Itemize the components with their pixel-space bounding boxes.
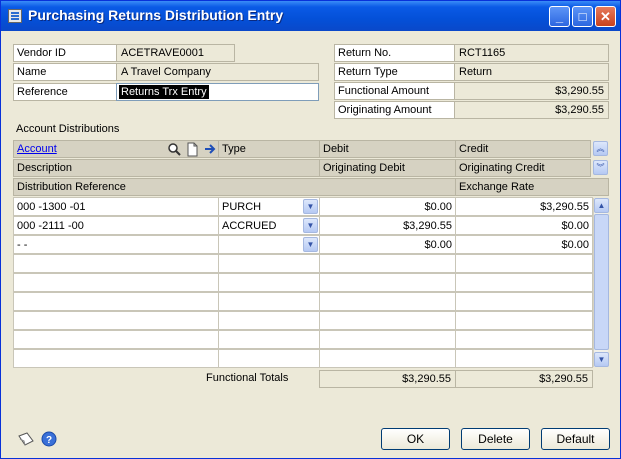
scroll-down-icon[interactable]: ▼ xyxy=(594,352,609,367)
total-credit-value: $3,290.55 xyxy=(455,370,593,388)
reference-input[interactable]: Returns Trx Entry xyxy=(116,83,319,101)
empty-row-account[interactable] xyxy=(13,254,219,273)
empty-row-type[interactable] xyxy=(218,311,320,330)
expand-arrow-icon[interactable] xyxy=(203,142,218,157)
empty-row-debit[interactable] xyxy=(319,311,456,330)
maximize-button[interactable]: □ xyxy=(572,6,593,27)
help-icon[interactable]: ? xyxy=(41,431,57,447)
scroll-up-icon[interactable]: ▲ xyxy=(594,198,609,213)
empty-row-debit[interactable] xyxy=(319,330,456,349)
originating-debit-column-header: Originating Debit xyxy=(319,159,456,177)
empty-row-account[interactable] xyxy=(13,311,219,330)
close-button[interactable]: ✕ xyxy=(595,6,616,27)
row2-type-dropdown-icon[interactable]: ▼ xyxy=(303,218,318,233)
window-app-icon xyxy=(8,9,22,23)
return-no-label: Return No. xyxy=(334,44,455,62)
empty-row-type[interactable] xyxy=(218,292,320,311)
collapse-rows-icon[interactable]: ︽ xyxy=(593,141,608,156)
total-debit-value: $3,290.55 xyxy=(319,370,456,388)
originating-credit-column-header: Originating Credit xyxy=(455,159,591,177)
empty-row-type[interactable] xyxy=(218,254,320,273)
empty-row-credit[interactable] xyxy=(455,254,593,273)
vendor-id-label: Vendor ID xyxy=(13,44,117,62)
row2-debit[interactable]: $3,290.55 xyxy=(319,216,456,235)
empty-row-type[interactable] xyxy=(218,349,320,368)
empty-row-credit[interactable] xyxy=(455,349,593,368)
empty-row-credit[interactable] xyxy=(455,273,593,292)
grid-vertical-scrollbar[interactable]: ▲ ▼ xyxy=(593,198,609,367)
title-bar: Purchasing Returns Distribution Entry _ … xyxy=(1,1,620,31)
empty-row-type[interactable] xyxy=(218,273,320,292)
debit-column-header: Debit xyxy=(319,140,456,158)
reference-input-text: Returns Trx Entry xyxy=(119,85,209,99)
description-column-header: Description xyxy=(13,159,320,177)
row2-account[interactable]: 000 -2111 -00 xyxy=(13,216,219,235)
originating-amount-value: $3,290.55 xyxy=(454,101,609,119)
row3-debit[interactable]: $0.00 xyxy=(319,235,456,254)
minimize-button[interactable]: _ xyxy=(549,6,570,27)
functional-amount-value: $3,290.55 xyxy=(454,82,609,100)
exchange-rate-column-header: Exchange Rate xyxy=(455,178,609,196)
empty-row-debit[interactable] xyxy=(319,349,456,368)
empty-row-credit[interactable] xyxy=(455,330,593,349)
credit-column-header: Credit xyxy=(455,140,591,158)
row1-type-dropdown-icon[interactable]: ▼ xyxy=(303,199,318,214)
return-type-label: Return Type xyxy=(334,63,455,81)
row2-credit[interactable]: $0.00 xyxy=(455,216,593,235)
return-no-value: RCT1165 xyxy=(454,44,609,62)
delete-button[interactable]: Delete xyxy=(461,428,530,450)
row3-account[interactable]: - - xyxy=(13,235,219,254)
empty-row-debit[interactable] xyxy=(319,273,456,292)
empty-row-account[interactable] xyxy=(13,273,219,292)
distribution-reference-column-header: Distribution Reference xyxy=(13,178,456,196)
account-link[interactable]: Account xyxy=(17,143,57,155)
row3-type-dropdown-icon[interactable]: ▼ xyxy=(303,237,318,252)
window-title: Purchasing Returns Distribution Entry xyxy=(28,7,284,23)
row1-account[interactable]: 000 -1300 -01 xyxy=(13,197,219,216)
empty-row-credit[interactable] xyxy=(455,311,593,330)
empty-row-account[interactable] xyxy=(13,292,219,311)
empty-row-credit[interactable] xyxy=(455,292,593,311)
row1-debit[interactable]: $0.00 xyxy=(319,197,456,216)
purchasing-returns-distribution-window: Purchasing Returns Distribution Entry _ … xyxy=(0,0,621,459)
note-icon[interactable] xyxy=(17,431,35,447)
default-button[interactable]: Default xyxy=(541,428,610,450)
return-type-value: Return xyxy=(454,63,609,81)
empty-row-account[interactable] xyxy=(13,330,219,349)
name-label: Name xyxy=(13,63,117,81)
empty-row-debit[interactable] xyxy=(319,292,456,311)
row3-credit[interactable]: $0.00 xyxy=(455,235,593,254)
empty-row-type[interactable] xyxy=(218,330,320,349)
functional-totals-label: Functional Totals xyxy=(206,372,289,384)
ok-button[interactable]: OK xyxy=(381,428,450,450)
expand-rows-icon[interactable]: ︾ xyxy=(593,160,608,175)
vendor-name-value: A Travel Company xyxy=(116,63,319,81)
reference-label: Reference xyxy=(13,83,117,101)
empty-row-account[interactable] xyxy=(13,349,219,368)
vendor-id-value: ACETRAVE0001 xyxy=(116,44,235,62)
originating-amount-label: Originating Amount xyxy=(334,101,455,119)
functional-amount-label: Functional Amount xyxy=(334,82,455,100)
type-column-header: Type xyxy=(218,140,320,158)
scroll-thumb[interactable] xyxy=(594,214,609,350)
new-note-icon[interactable] xyxy=(185,142,200,157)
lookup-icon[interactable] xyxy=(167,142,182,157)
row1-credit[interactable]: $3,290.55 xyxy=(455,197,593,216)
empty-row-debit[interactable] xyxy=(319,254,456,273)
account-distributions-label: Account Distributions xyxy=(16,123,120,135)
svg-text:?: ? xyxy=(46,435,52,446)
